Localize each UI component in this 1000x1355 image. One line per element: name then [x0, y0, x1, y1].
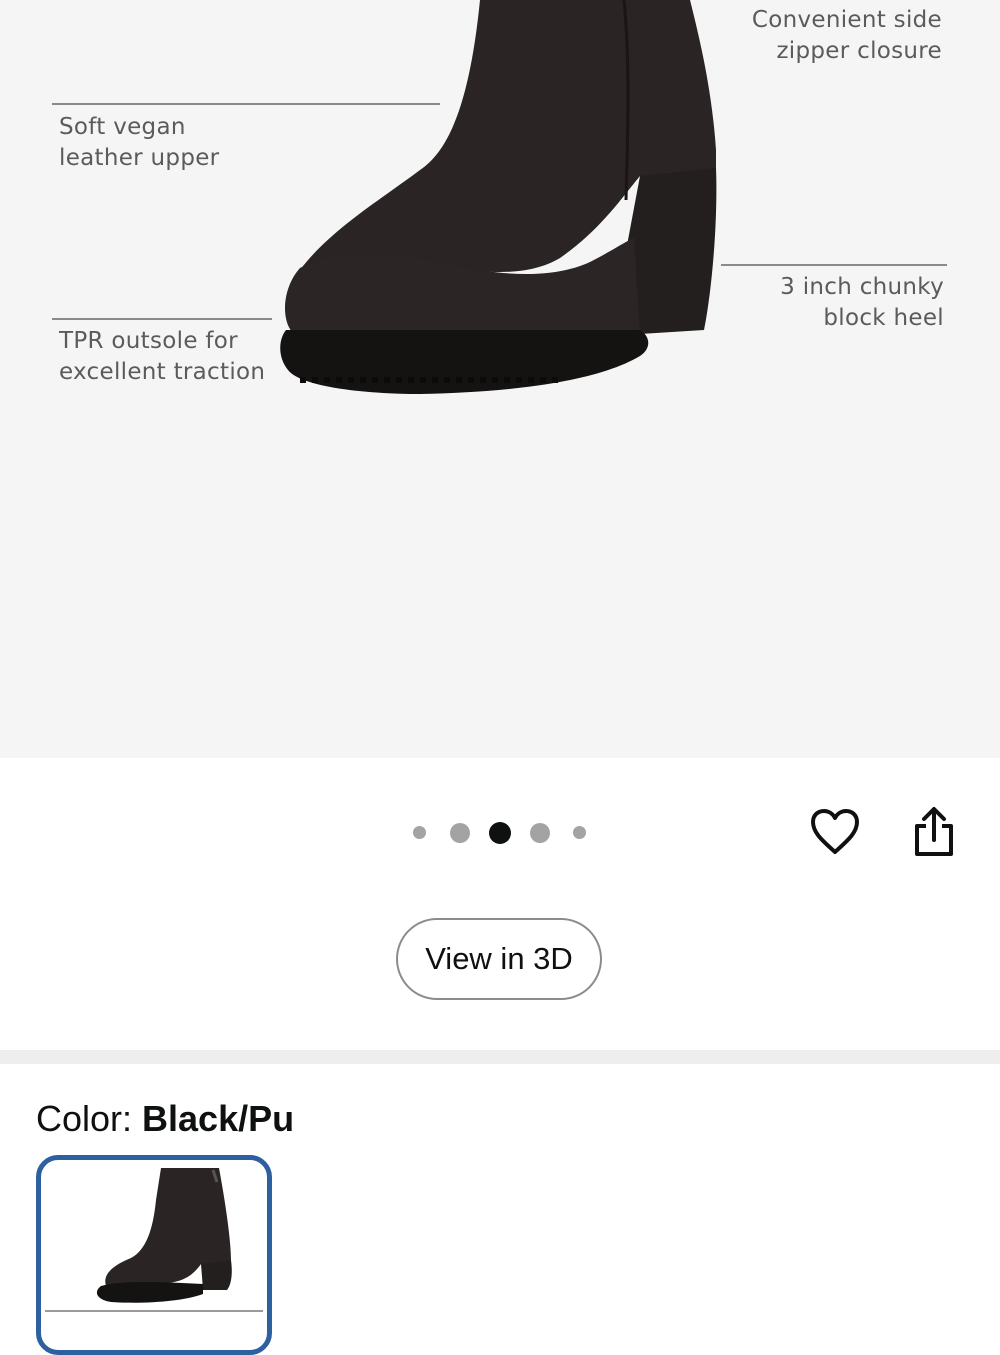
- callout-heel: 3 inch chunky block heel: [780, 274, 944, 331]
- color-swatch-black-pu[interactable]: [36, 1155, 272, 1355]
- carousel-dot-1[interactable]: [413, 826, 426, 839]
- callout-outsole: TPR outsole for excellent traction: [59, 328, 266, 385]
- carousel-dot-3[interactable]: [489, 822, 511, 844]
- heart-outline-icon: [811, 809, 859, 854]
- share-button[interactable]: [906, 804, 962, 860]
- favorite-button[interactable]: [807, 804, 863, 860]
- callout-upper: Soft vegan leather upper: [59, 114, 220, 171]
- callout-zipper: Convenient side zipper closure: [751, 7, 942, 64]
- callout-line-outsole: [52, 318, 272, 320]
- carousel-dot-2[interactable]: [450, 823, 470, 843]
- section-divider: [0, 1050, 1000, 1064]
- color-selection-label: Color: Black/Pu: [36, 1098, 294, 1140]
- callout-line-upper: [52, 103, 440, 105]
- product-image-carousel[interactable]: Soft vegan leather upper Convenient side…: [0, 0, 1000, 758]
- image-controls: [0, 758, 1000, 1050]
- swatch-divider: [45, 1310, 263, 1312]
- color-label: Color:: [36, 1098, 143, 1139]
- color-selected-value: Black/Pu: [142, 1098, 295, 1139]
- carousel-dot-4[interactable]: [530, 823, 550, 843]
- carousel-dot-5[interactable]: [573, 826, 586, 839]
- view-in-3d-button[interactable]: View in 3D: [396, 918, 602, 1000]
- callout-line-heel: [721, 264, 947, 266]
- share-icon: [915, 807, 953, 856]
- boot-swatch-image: [96, 1168, 232, 1303]
